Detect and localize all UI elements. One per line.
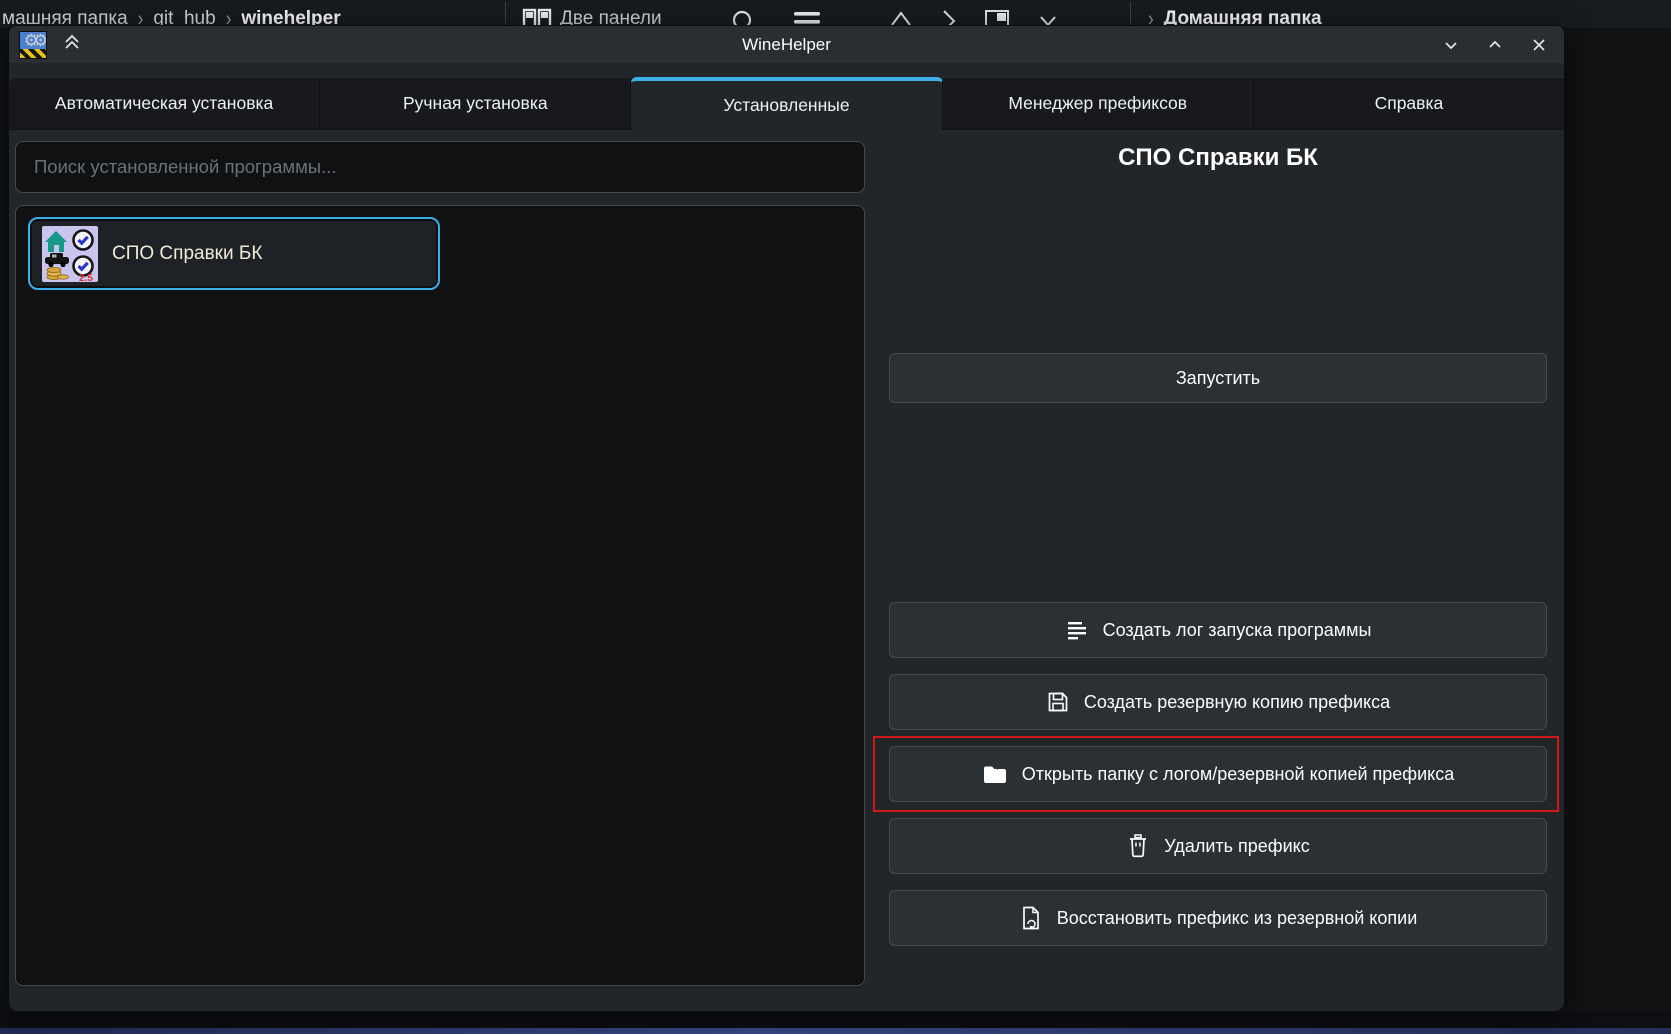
shade-button[interactable] <box>61 31 83 58</box>
installed-programs-list: 2.5 СПО Справки БК <box>15 205 865 986</box>
tab-label: Автоматическая установка <box>55 93 273 114</box>
open-folder-button[interactable]: Открыть папку с логом/резервной копией п… <box>889 746 1547 802</box>
tab-auto-install[interactable]: Автоматическая установка <box>9 77 320 130</box>
tab-manual-install[interactable]: Ручная установка <box>320 77 631 130</box>
button-label: Удалить префикс <box>1164 836 1309 857</box>
folder-icon <box>982 762 1008 786</box>
maximize-button[interactable] <box>1486 36 1504 54</box>
document-restore-icon <box>1019 905 1043 931</box>
gear-icon: ⚙⚙ <box>24 32 42 49</box>
program-name: СПО Справки БК <box>112 243 262 265</box>
background-accent-strip <box>0 1028 1671 1034</box>
search-input[interactable] <box>15 141 865 193</box>
list-item-spo-spravki-bk[interactable]: 2.5 СПО Справки БК <box>28 217 440 290</box>
tab-prefix-manager[interactable]: Менеджер префиксов <box>943 77 1254 130</box>
tab-label: Ручная установка <box>403 93 548 114</box>
tab-help[interactable]: Справка <box>1254 77 1564 130</box>
log-lines-icon <box>1065 618 1089 642</box>
double-chevron-up-icon <box>61 31 83 58</box>
winehelper-app-icon[interactable]: ⚙⚙ <box>19 31 47 59</box>
background-file-manager-toolbar: машняя папка › git_hub › winehelper Две … <box>0 0 1671 28</box>
minimize-button[interactable] <box>1442 36 1460 54</box>
restore-prefix-button[interactable]: Восстановить префикс из резервной копии <box>889 890 1547 946</box>
floppy-icon <box>1046 690 1070 714</box>
window-controls <box>1442 36 1554 54</box>
icon-version-badge: 2.5 <box>79 273 93 282</box>
delete-prefix-button[interactable]: Удалить префикс <box>889 818 1547 874</box>
run-button-label: Запустить <box>1176 368 1260 389</box>
tab-label: Справка <box>1375 93 1444 114</box>
button-label: Открыть папку с логом/резервной копией п… <box>1022 764 1455 785</box>
titlebar[interactable]: ⚙⚙ WineHelper <box>9 26 1564 63</box>
create-log-button[interactable]: Создать лог запуска программы <box>889 602 1547 658</box>
button-label: Создать лог запуска программы <box>1103 620 1372 641</box>
run-button[interactable]: Запустить <box>889 353 1547 403</box>
close-button[interactable] <box>1530 36 1548 54</box>
details-title: СПО Справки БК <box>889 144 1547 172</box>
window-title: WineHelper <box>9 35 1564 55</box>
trash-icon <box>1126 833 1150 859</box>
button-label: Создать резервную копию префикса <box>1084 692 1390 713</box>
tab-bar: Автоматическая установка Ручная установк… <box>9 77 1564 130</box>
winehelper-window: ⚙⚙ WineHelper <box>8 25 1565 1012</box>
tab-installed[interactable]: Установленные <box>631 77 942 130</box>
tab-label: Менеджер префиксов <box>1008 93 1187 114</box>
tab-label: Установленные <box>723 95 849 116</box>
create-backup-button[interactable]: Создать резервную копию префикса <box>889 674 1547 730</box>
program-icon: 2.5 <box>42 226 98 282</box>
button-label: Восстановить префикс из резервной копии <box>1057 908 1418 929</box>
hazard-stripes <box>20 49 46 58</box>
